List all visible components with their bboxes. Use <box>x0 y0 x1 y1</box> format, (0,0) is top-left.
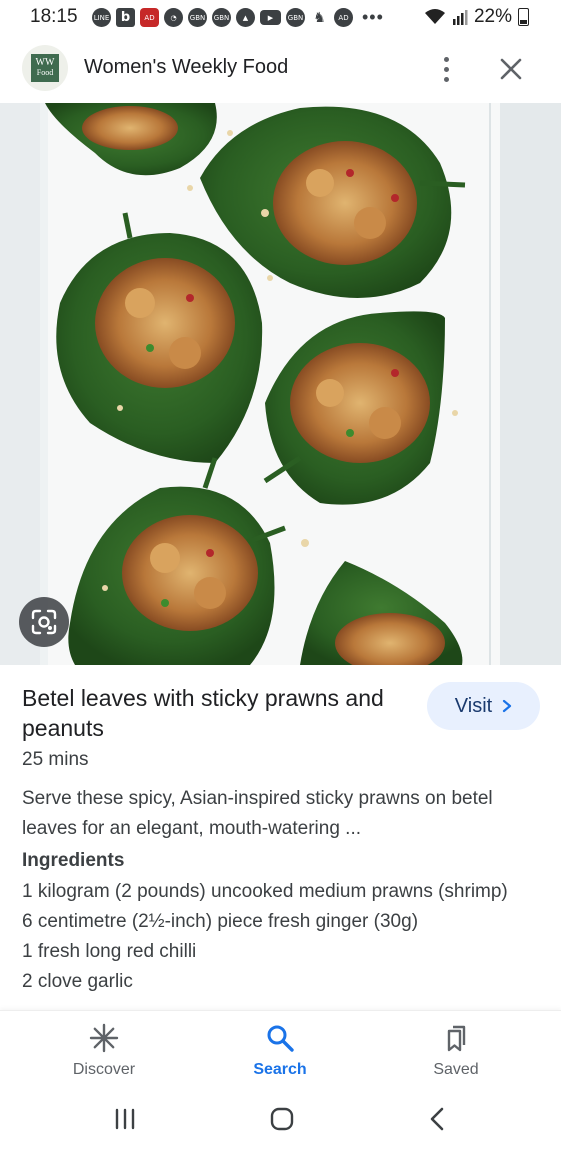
recipe-title: Betel leaves with sticky prawns and pean… <box>22 685 384 741</box>
line-icon: LINE <box>92 8 111 27</box>
ingredients-list: 1 kilogram (2 pounds) uncooked medium pr… <box>22 877 547 1009</box>
signal-icon <box>452 10 468 25</box>
ingredient-item: 6 centimetre (2½-inch) piece fresh ginge… <box>22 911 419 932</box>
battery-icon <box>518 8 529 26</box>
adblock-icon: AD <box>334 8 353 27</box>
battery-percent: 22% <box>473 6 512 27</box>
speed-icon: ◔ <box>164 8 183 27</box>
ingredient-item: 1 kilogram (2 pounds) uncooked medium pr… <box>22 881 508 902</box>
back-icon[interactable] <box>428 1107 446 1131</box>
discover-asterisk-icon <box>89 1023 119 1053</box>
cellist-icon: ♞ <box>313 9 326 26</box>
visit-label: Visit <box>454 694 493 717</box>
more-options-icon[interactable] <box>434 52 458 86</box>
recipe-image[interactable] <box>0 103 561 665</box>
gbn-icon: GBN <box>212 8 231 27</box>
chevron-right-icon <box>503 699 512 713</box>
betel-leaves-photo <box>0 103 561 665</box>
b-icon: b <box>116 8 135 27</box>
visit-button[interactable]: Visit <box>427 682 540 730</box>
bottom-navigation: Discover Search Saved <box>0 1010 561 1089</box>
adblock-icon: AD <box>140 8 159 27</box>
recipe-duration: 25 mins <box>22 749 89 770</box>
gbn-icon: GBN <box>286 8 305 27</box>
gbn-icon: GBN <box>188 8 207 27</box>
lens-icon <box>31 609 57 635</box>
close-icon[interactable] <box>498 56 524 82</box>
ingredient-item: 1 fresh long red chilli <box>22 941 197 962</box>
google-lens-button[interactable] <box>19 597 69 647</box>
youtube-icon: ▶ <box>260 10 281 25</box>
saved-bookmark-icon <box>447 1025 466 1052</box>
nav-search-label: Search <box>253 1061 307 1078</box>
notification-icons: LINE b AD ◔ GBN GBN ▲ ▶ GBN ♞ AD ••• <box>92 7 384 28</box>
source-header: WW Food Women's Weekly Food <box>0 36 561 102</box>
system-navigation-bar <box>0 1088 561 1152</box>
more-notifications-icon: ••• <box>362 7 384 27</box>
site-title[interactable]: Women's Weekly Food <box>84 56 288 79</box>
ingredient-item: 2 clove garlic <box>22 971 133 992</box>
ingredients-heading: Ingredients <box>22 850 125 871</box>
home-icon[interactable] <box>270 1107 294 1131</box>
nav-saved-label: Saved <box>433 1061 479 1078</box>
wifi-icon <box>424 9 445 24</box>
nav-saved[interactable]: Saved <box>386 1023 526 1079</box>
status-time: 18:15 <box>30 6 78 27</box>
nav-search[interactable]: Search <box>210 1023 350 1079</box>
search-icon <box>267 1025 294 1052</box>
recent-apps-icon[interactable] <box>114 1108 136 1130</box>
recipe-description: Serve these spicy, Asian-inspired sticky… <box>22 788 493 839</box>
ww-food-logo: WW Food <box>31 54 59 82</box>
navigation-icon: ▲ <box>236 8 255 27</box>
status-bar: 18:15 LINE b AD ◔ GBN GBN ▲ ▶ GBN ♞ AD •… <box>0 0 561 34</box>
site-logo[interactable]: WW Food <box>22 45 68 91</box>
status-right: 22% <box>424 6 529 28</box>
nav-discover-label: Discover <box>72 1061 136 1078</box>
nav-discover[interactable]: Discover <box>34 1023 174 1079</box>
